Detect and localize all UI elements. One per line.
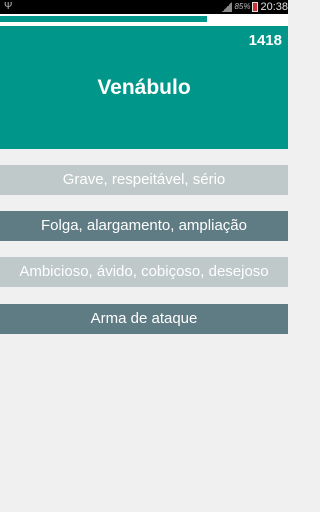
answer-option-1[interactable]: Grave, respeitável, sério <box>0 165 288 195</box>
answer-option-2[interactable]: Folga, alargamento, ampliação <box>0 211 288 241</box>
answer-option-4[interactable]: Arma de ataque <box>0 304 288 334</box>
progress-bar <box>0 14 288 26</box>
usb-icon: Ψ <box>4 1 13 12</box>
clock: 20:38 <box>260 1 288 13</box>
battery-icon <box>252 2 259 12</box>
status-bar: Ψ 85% 20:38 <box>0 0 288 14</box>
answer-option-3[interactable]: Ambicioso, ávido, cobiçoso, desejoso <box>0 257 288 287</box>
battery-percent: 85% <box>234 2 251 11</box>
signal-icon <box>222 2 233 12</box>
question-counter: 1418 <box>248 32 282 49</box>
question-word: Venábulo <box>97 76 191 99</box>
progress-fill <box>0 16 208 22</box>
question-card: 1418 Venábulo <box>0 26 288 149</box>
status-right: 85% 20:38 <box>222 0 288 14</box>
